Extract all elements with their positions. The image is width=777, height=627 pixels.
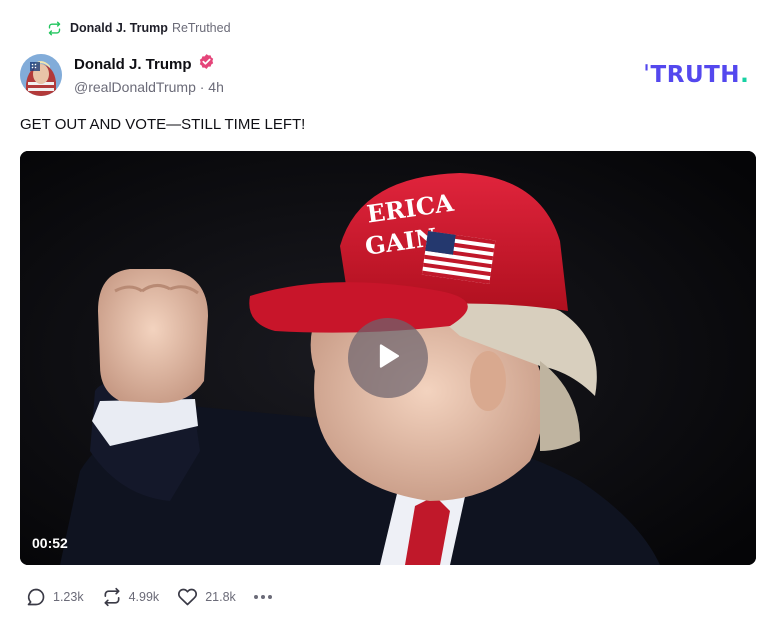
video-duration: 00:52	[32, 535, 68, 551]
reply-count: 1.23k	[53, 590, 84, 604]
reply-icon	[26, 587, 46, 607]
post-text: GET OUT AND VOTE—STILL TIME LEFT!	[20, 116, 306, 133]
like-count: 21.8k	[205, 590, 236, 604]
verified-badge-icon	[198, 53, 215, 75]
more-icon-dot	[260, 595, 265, 599]
avatar[interactable]	[20, 54, 62, 96]
heart-icon	[177, 587, 198, 607]
more-options-button[interactable]	[253, 587, 272, 607]
more-icon-dot	[253, 595, 258, 599]
author-handle-and-time[interactable]: @realDonaldTrump · 4h	[74, 79, 224, 95]
video-player[interactable]: ERICA GAIN 00:52	[20, 151, 756, 565]
reply-button[interactable]: 1.23k	[26, 587, 84, 607]
play-icon	[371, 339, 405, 378]
retruth-count: 4.99k	[128, 590, 160, 604]
retruth-icon	[47, 21, 62, 36]
author-name[interactable]: Donald J. Trump	[74, 56, 192, 73]
retruth-icon	[102, 587, 122, 607]
play-button[interactable]	[348, 318, 428, 398]
retruth-user-name[interactable]: Donald J. Trump	[70, 21, 168, 35]
retruth-label: ReTruthed	[171, 21, 231, 35]
logo-word: TRUTH	[650, 62, 741, 88]
post-actions-bar: 1.23k 4.99k 21.8k	[26, 586, 272, 608]
more-icon-dot	[267, 595, 272, 599]
truth-social-logo[interactable]: ˈ TRUTH.	[643, 62, 749, 88]
logo-dot: .	[740, 62, 750, 88]
like-button[interactable]: 21.8k	[177, 587, 236, 607]
retruth-button[interactable]: 4.99k	[102, 587, 160, 607]
retruth-indicator: Donald J. Trump ReTruthed	[47, 19, 231, 37]
author-name-row: Donald J. Trump	[74, 54, 215, 74]
